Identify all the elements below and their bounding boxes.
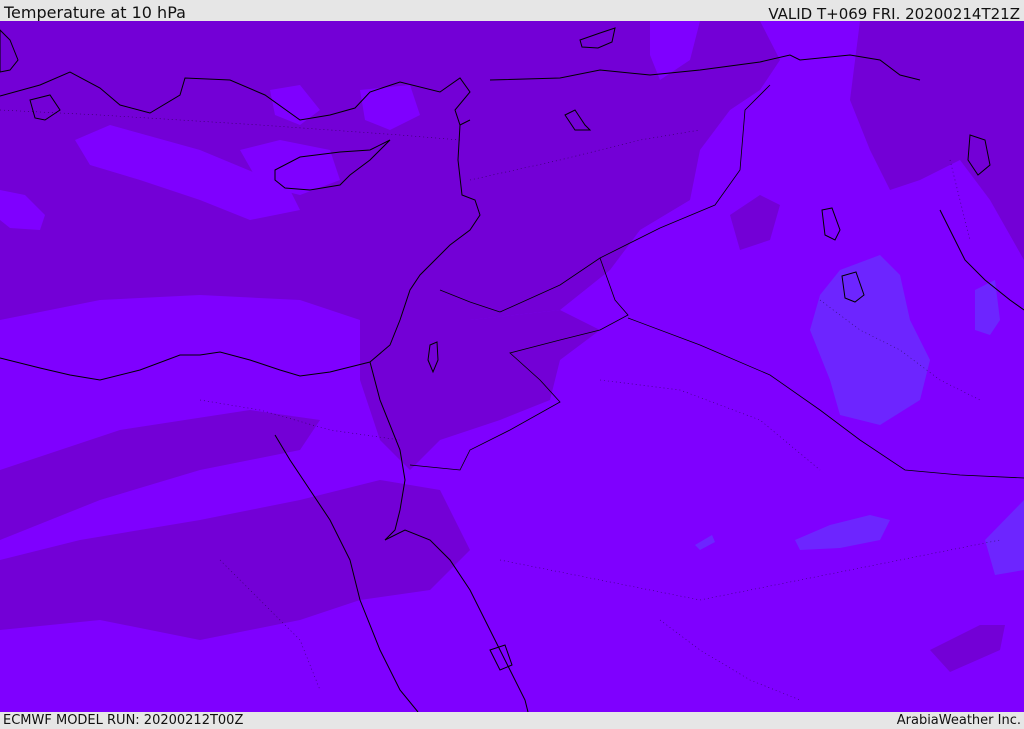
header-bar: Temperature at 10 hPa VALID T+069 FRI. 2… — [0, 0, 1024, 23]
map-title: Temperature at 10 hPa — [4, 3, 186, 22]
model-run: ECMWF MODEL RUN: 20200212T00Z — [3, 713, 244, 728]
weather-map[interactable] — [0, 21, 1024, 712]
footer-bar: ECMWF MODEL RUN: 20200212T00Z ArabiaWeat… — [0, 712, 1024, 729]
credit-text: ArabiaWeather Inc. — [896, 713, 1021, 728]
map-canvas — [0, 21, 1024, 712]
